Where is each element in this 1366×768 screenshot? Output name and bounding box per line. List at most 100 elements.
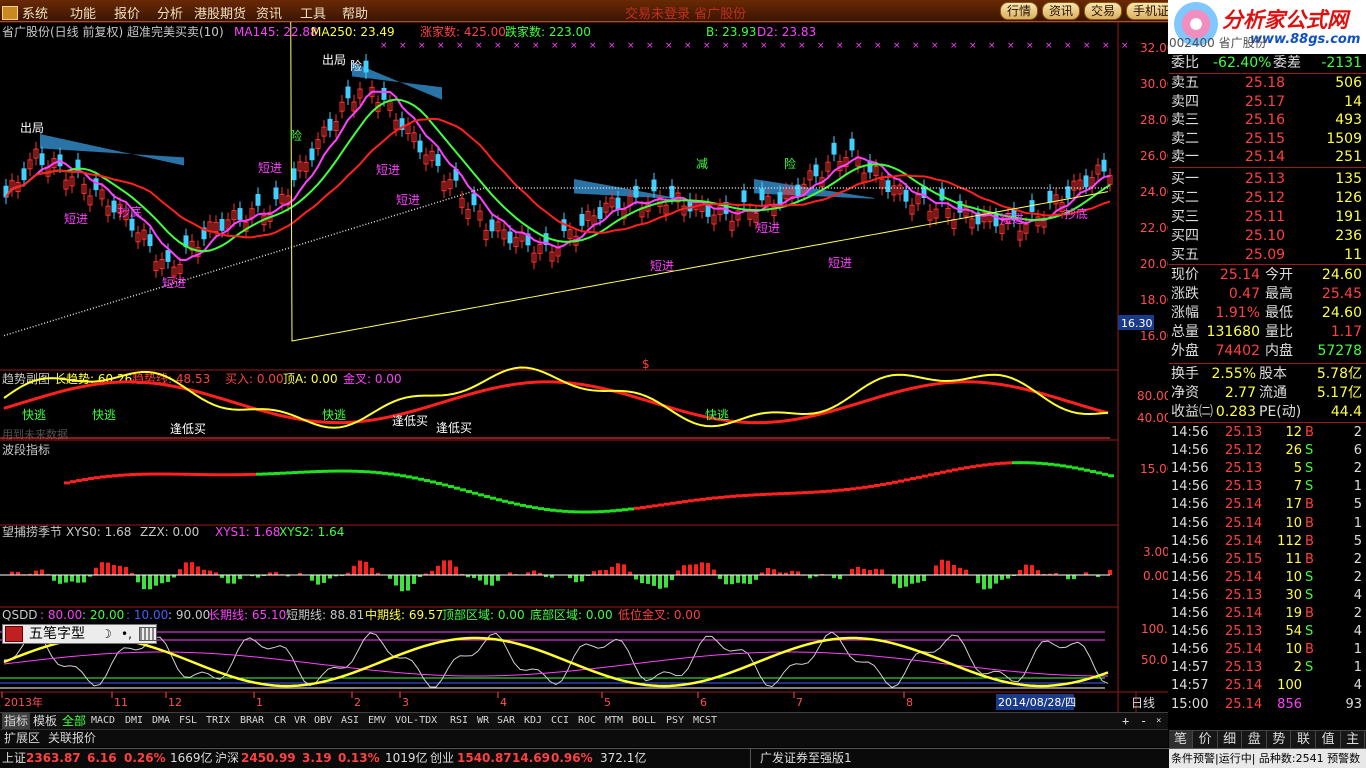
candle <box>849 138 855 151</box>
period-label[interactable]: 日线 <box>1131 696 1155 710</box>
wave-segment <box>82 478 88 482</box>
indicator-tab-emv[interactable]: EMV <box>366 713 388 729</box>
indicator-tab-roc[interactable]: ROC <box>576 713 598 729</box>
menu-help[interactable]: 帮助 <box>342 3 368 22</box>
wave-segment <box>670 501 676 505</box>
indicator-tab-全部[interactable]: 全部 <box>60 713 88 729</box>
top-marker: × <box>703 41 711 51</box>
quote-tab-6[interactable]: 值 <box>1317 731 1341 748</box>
wave-segment <box>124 473 130 477</box>
season-bar <box>100 562 104 575</box>
season-bar <box>178 569 182 575</box>
indicator-tab-wr[interactable]: WR <box>475 713 491 729</box>
menu-function[interactable]: 功能 <box>70 3 96 22</box>
bid-label: 买三 <box>1171 209 1199 225</box>
indicator-tab-sar[interactable]: SAR <box>495 713 517 729</box>
quote-tab-0[interactable]: 笔 <box>1169 731 1193 748</box>
season-bar <box>232 575 236 584</box>
season-bar <box>160 575 164 584</box>
indicator-tab-指标[interactable]: 指标 <box>2 713 31 729</box>
indicator-tab-macd[interactable]: MACD <box>89 713 117 729</box>
top-marker: × <box>779 41 787 51</box>
indicator-tab-cci[interactable]: CCI <box>549 713 571 729</box>
indicator-tab-mtm[interactable]: MTM <box>603 713 625 729</box>
season-bar <box>670 575 674 580</box>
indicator-tab-mcst[interactable]: MCST <box>691 713 719 729</box>
wave-segment <box>94 476 100 480</box>
quote-tab-7[interactable]: 主 <box>1341 731 1366 748</box>
indicator-tab-obv[interactable]: OBV <box>312 713 334 729</box>
tab-related-quote[interactable]: 关联报价 <box>46 730 98 746</box>
signal-label: 抄底 <box>118 204 142 219</box>
menu-quote[interactable]: 报价 <box>114 3 140 22</box>
menu-tools[interactable]: 工具 <box>300 3 326 22</box>
indicator-tab-模板[interactable]: 模板 <box>31 713 59 729</box>
d2-value: D2: 23.83 <box>757 25 816 39</box>
cy-index-value: 1540.87 <box>457 751 512 765</box>
toolbar-quote-button[interactable]: 行情 <box>1000 2 1039 20</box>
zoom-in-button[interactable]: + <box>1120 713 1131 729</box>
menu-hk-futures[interactable]: 港股期货 <box>194 3 246 22</box>
season-bar <box>358 560 362 575</box>
wave-segment <box>70 480 76 484</box>
zoom-out-button[interactable]: - <box>1138 713 1149 729</box>
quote-tab-1[interactable]: 价 <box>1194 731 1218 748</box>
indicator-tab-asi[interactable]: ASI <box>339 713 361 729</box>
indicator-tab-dmi[interactable]: DMI <box>123 713 145 729</box>
tick-volume: 112 <box>1277 533 1302 549</box>
wave-segment <box>484 495 490 499</box>
wave-segment <box>232 473 238 477</box>
wave-segment <box>586 510 592 514</box>
indicator-tab-cr[interactable]: CR <box>272 713 288 729</box>
tick-direction: B <box>1305 642 1314 658</box>
indicator-tab-vr[interactable]: VR <box>292 713 308 729</box>
candle <box>381 88 387 100</box>
season-bar <box>838 575 842 580</box>
chart-area[interactable]: 省广股份(日线 前复权) 超准完美买卖(10) MA145: 22.88 MA2… <box>0 22 1168 712</box>
indicator-tab-rsi[interactable]: RSI <box>448 713 470 729</box>
indicator-tab-vol-tdx[interactable]: VOL-TDX <box>393 713 439 729</box>
signal-label: 险 <box>350 58 362 73</box>
signal-label: 短进 <box>376 163 400 177</box>
bid-row-4: 买四 25.10 236 <box>1169 227 1366 245</box>
signal-label: 减 <box>696 157 708 171</box>
indicator-tab-trix[interactable]: TRIX <box>204 713 232 729</box>
wave-segment <box>610 509 616 513</box>
ytick: 22.00 <box>1140 221 1168 235</box>
indicator-tab-dma[interactable]: DMA <box>150 713 172 729</box>
ime-toolbar[interactable]: 五笔字型 ☽ •, <box>2 624 157 644</box>
indicator-tab-fsl[interactable]: FSL <box>177 713 199 729</box>
alert-status[interactable]: 条件预警|运行中| 品种数:2541 预警数 <box>1169 749 1366 768</box>
wave-segment <box>544 508 550 512</box>
season-bar <box>790 570 794 575</box>
tab-extension[interactable]: 扩展区 <box>2 730 42 746</box>
season-bar <box>1018 569 1022 575</box>
indicator-tab-psy[interactable]: PSY <box>664 713 686 729</box>
keyboard-icon[interactable] <box>139 627 157 641</box>
menu-system[interactable]: 系统 <box>2 3 48 22</box>
season-bar <box>652 575 656 586</box>
wave-segment <box>1072 466 1078 470</box>
quote-tab-5[interactable]: 联 <box>1292 731 1316 748</box>
quote-tab-2[interactable]: 细 <box>1218 731 1243 748</box>
tick-time: 15:00 <box>1171 696 1209 712</box>
toolbar-news-button[interactable]: 资讯 <box>1042 2 1081 20</box>
wave-segment <box>502 499 508 503</box>
indicator-tab-boll[interactable]: BOLL <box>630 713 658 729</box>
broker-name: 广发证券至强版1 <box>760 751 852 765</box>
menu-news[interactable]: 资讯 <box>256 3 282 22</box>
tick-row: 14:56 25.13 30 S 4 <box>1169 587 1366 605</box>
quote-tab-3[interactable]: 盘 <box>1243 731 1267 748</box>
close-icon[interactable]: × <box>1154 713 1163 729</box>
quote-tab-4[interactable]: 势 <box>1267 731 1292 748</box>
moon-icon[interactable]: ☽ <box>101 625 112 643</box>
panel2-series <box>64 461 1114 514</box>
indicator-tab-brar[interactable]: BRAR <box>238 713 266 729</box>
indicator-tab-kdj[interactable]: KDJ <box>522 713 544 729</box>
toolbar-trade-button[interactable]: 交易 <box>1084 2 1123 20</box>
menu-analysis[interactable]: 分析 <box>157 3 183 22</box>
tick-row: 14:56 25.15 11 B 2 <box>1169 551 1366 569</box>
season-bar <box>916 575 920 583</box>
punctuation-icon[interactable]: •, <box>121 625 132 643</box>
wave-segment <box>538 507 544 511</box>
